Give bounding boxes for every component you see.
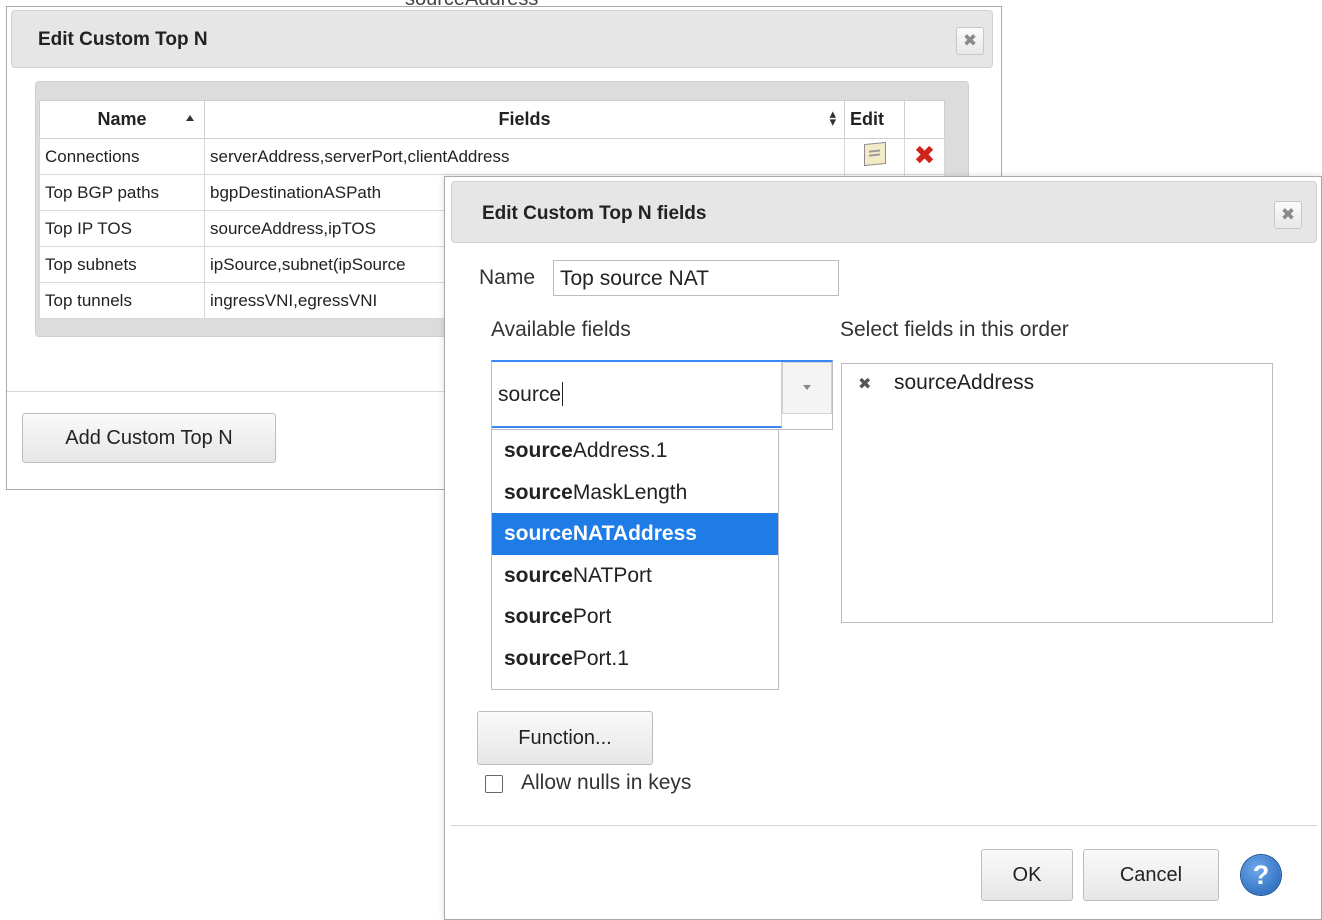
- text-caret: [562, 382, 564, 406]
- dropdown-option[interactable]: sourceAddress.1: [492, 430, 778, 472]
- selected-field: sourceAddress: [894, 371, 1035, 394]
- available-fields-dropdown: sourceAddress.1 sourceMaskLength sourceN…: [491, 430, 779, 690]
- row-name: Top tunnels: [39, 282, 205, 319]
- column-header-name[interactable]: Name: [39, 100, 205, 139]
- name-input[interactable]: Top source NAT: [553, 260, 839, 296]
- dropdown-option[interactable]: sourcePort: [492, 596, 778, 638]
- remove-field-icon[interactable]: ✖: [858, 374, 871, 394]
- column-header-fields[interactable]: Fields ▴ ▾: [204, 100, 845, 139]
- available-fields-combobox[interactable]: source: [491, 360, 833, 430]
- dialog-titlebar: Edit Custom Top N fields ✖: [451, 181, 1317, 243]
- function-button[interactable]: Function...: [477, 711, 653, 765]
- allow-nulls-label: Allow nulls in keys: [521, 771, 692, 794]
- dialog-title: Edit Custom Top N: [38, 29, 208, 50]
- name-label: Name: [479, 266, 536, 289]
- row-fields: serverAddress,serverPort,clientAddress: [204, 138, 845, 175]
- dialog-title: Edit Custom Top N fields: [482, 203, 707, 224]
- column-header-edit: Edit: [844, 100, 905, 139]
- divider: [451, 825, 1317, 826]
- field-search-input[interactable]: source: [492, 362, 782, 428]
- dropdown-option[interactable]: sourceMaskLength: [492, 472, 778, 514]
- available-fields-label: Available fields: [491, 318, 631, 341]
- column-header-delete: [904, 100, 945, 139]
- edit-icon[interactable]: [863, 141, 886, 167]
- dropdown-option-highlighted[interactable]: sourceNATAddress: [492, 513, 778, 555]
- dropdown-option[interactable]: sourcePort.1: [492, 638, 778, 680]
- edit-custom-top-n-fields-dialog: Edit Custom Top N fields ✖ Name Top sour…: [444, 176, 1322, 920]
- chevron-down-icon[interactable]: [782, 362, 832, 414]
- allow-nulls-checkbox[interactable]: [485, 775, 503, 793]
- close-icon[interactable]: ✖: [1274, 201, 1302, 229]
- sort-icon: ▴ ▾: [829, 106, 836, 129]
- row-edit-cell: [844, 138, 905, 175]
- sort-ascending-icon: [186, 115, 194, 121]
- help-icon[interactable]: ?: [1241, 855, 1281, 895]
- row-delete-cell: ✖: [904, 138, 945, 175]
- selected-fields-label: Select fields in this order: [840, 318, 1069, 341]
- add-custom-top-n-button[interactable]: Add Custom Top N: [22, 413, 276, 463]
- row-name: Top subnets: [39, 246, 205, 283]
- dialog-titlebar: Edit Custom Top N ✖: [11, 10, 993, 68]
- table-row[interactable]: Connections serverAddress,serverPort,cli…: [39, 138, 945, 175]
- row-name: Top BGP paths: [39, 174, 205, 211]
- row-name: Top IP TOS: [39, 210, 205, 247]
- dropdown-option[interactable]: sourceNATPort: [492, 555, 778, 597]
- selected-fields-list[interactable]: ✖ sourceAddress: [841, 363, 1273, 623]
- cancel-button[interactable]: Cancel: [1083, 849, 1219, 901]
- row-name: Connections: [39, 138, 205, 175]
- ok-button[interactable]: OK: [981, 849, 1073, 901]
- close-icon[interactable]: ✖: [956, 27, 984, 55]
- delete-icon[interactable]: ✖: [914, 140, 936, 170]
